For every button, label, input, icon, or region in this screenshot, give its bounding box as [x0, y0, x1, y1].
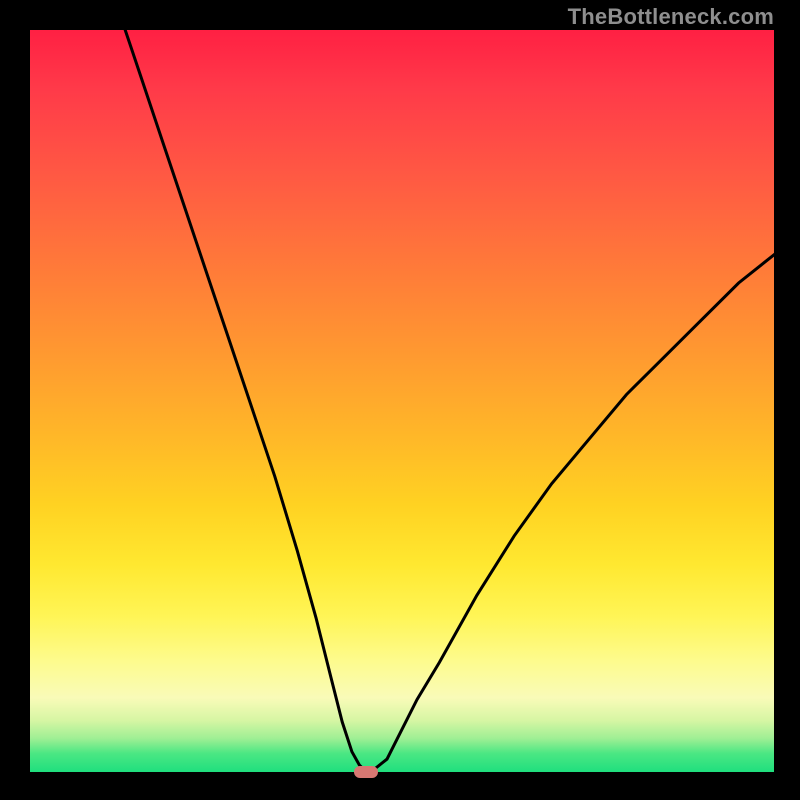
chart-plot-area: [28, 30, 776, 774]
watermark-text: TheBottleneck.com: [568, 4, 774, 30]
chart-frame: TheBottleneck.com: [0, 0, 800, 800]
optimal-point-marker: [354, 766, 378, 778]
